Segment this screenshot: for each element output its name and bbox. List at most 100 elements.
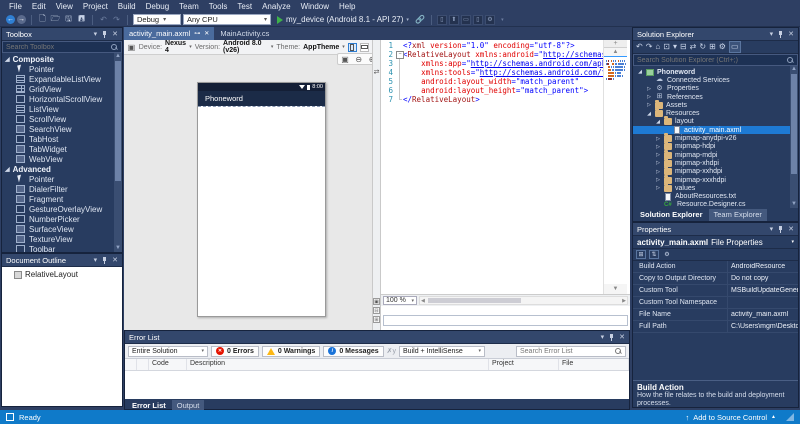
property-row[interactable]: Custom Tool Namespace	[633, 297, 798, 309]
menu-analyze[interactable]: Analyze	[257, 0, 295, 13]
error-list-column-headers[interactable]: CodeDescriptionProjectFile	[125, 359, 629, 371]
toolbox-item-horizontalscrollview[interactable]: HorizontalScrollView	[2, 94, 122, 104]
column-header-icon[interactable]	[137, 359, 149, 370]
window-menu-icon[interactable]: ▾	[94, 31, 98, 38]
column-header-File[interactable]: File	[559, 359, 629, 370]
editor-map-scrollbar[interactable]: + ▲ ▼	[603, 40, 627, 294]
tab-MainActivity.cs[interactable]: MainActivity.cs	[215, 27, 274, 40]
sync-icon[interactable]: ⇄	[690, 42, 697, 52]
toolbox-group-advanced[interactable]: ◢Advanced	[2, 164, 122, 174]
toolbox-search[interactable]	[2, 41, 122, 53]
outline-margin[interactable]	[395, 95, 403, 104]
toolbox-item-pointer[interactable]: Pointer	[2, 174, 122, 184]
back-icon[interactable]: ↶	[636, 42, 643, 52]
preview-icon[interactable]: ▭	[729, 41, 741, 53]
document-outline-title-bar[interactable]: Document Outline ▾ ✕	[2, 254, 122, 267]
scrollbar-thumb[interactable]	[791, 74, 797, 174]
expander-icon[interactable]: ▷	[646, 86, 652, 92]
refresh-icon[interactable]: ↻	[699, 42, 706, 52]
deploy-icon[interactable]: ⬆	[449, 15, 459, 25]
column-header-Code[interactable]: Code	[149, 359, 187, 370]
property-row[interactable]: Build ActionAndroidResource	[633, 261, 798, 273]
messages-filter-button[interactable]: i 0 Messages	[323, 346, 383, 357]
outline-margin[interactable]	[395, 77, 403, 86]
save-all-icon[interactable]: 🖪	[76, 14, 87, 25]
device-monitor-icon[interactable]: ▭	[461, 15, 471, 25]
navigate-forward-icon[interactable]: →	[17, 15, 26, 24]
scrollbar-minimap[interactable]	[604, 56, 627, 284]
property-value[interactable]: Do not copy	[728, 275, 798, 282]
solution-explorer-search[interactable]	[633, 54, 798, 66]
code-line[interactable]: 2<RelativeLayout xmlns:android="http://s…	[381, 50, 603, 59]
expander-icon[interactable]: ◢	[637, 69, 643, 75]
expander-icon[interactable]: ▷	[655, 169, 661, 175]
menu-tools[interactable]: Tools	[204, 0, 233, 13]
code-line[interactable]: 5 android:layout_width="match_parent"	[381, 77, 603, 86]
error-source-dropdown[interactable]: Build + IntelliSense ▾	[399, 346, 485, 357]
window-menu-icon[interactable]: ▾	[770, 226, 774, 233]
portrait-orientation-icon[interactable]	[348, 43, 357, 52]
close-icon[interactable]: ✕	[112, 257, 118, 264]
tree-item-connected services[interactable]: ☁Connected Services	[633, 76, 798, 84]
version-dropdown[interactable]: Android 8.0 (v26)	[223, 40, 268, 54]
collapse-pane-icon[interactable]: ▣	[373, 298, 380, 305]
expander-icon[interactable]: ▷	[646, 94, 652, 100]
toolbox-item-toolbar[interactable]: Toolbar	[2, 244, 122, 252]
expander-icon[interactable]: ▷	[646, 102, 652, 108]
toolbox-item-tabhost[interactable]: TabHost	[2, 134, 122, 144]
forward-icon[interactable]: ↷	[646, 42, 653, 52]
scroll-left-icon[interactable]: ◀	[420, 298, 426, 304]
menu-test[interactable]: Test	[232, 0, 257, 13]
pin-icon[interactable]	[777, 30, 784, 39]
code-line[interactable]: 6 android:layout_height="match_parent">	[381, 86, 603, 95]
phone-content-area[interactable]	[198, 106, 325, 339]
tree-item-aboutresources.txt[interactable]: AboutResources.txt	[633, 192, 798, 200]
property-pages-icon[interactable]: ⚙	[662, 250, 672, 259]
tree-item-mipmap-anydpi-v26[interactable]: ▷mipmap-anydpi-v26	[633, 134, 798, 142]
solution-platform-dropdown[interactable]: Any CPU ▾	[183, 14, 271, 25]
expander-icon[interactable]: ▷	[655, 177, 661, 183]
window-menu-icon[interactable]: ▾	[770, 31, 774, 38]
expander-icon[interactable]: ▷	[655, 160, 661, 166]
scroll-down-icon[interactable]: ▼	[115, 245, 121, 252]
toolbox-item-fragment[interactable]: Fragment	[2, 194, 122, 204]
editor-zoom-dropdown[interactable]: 100 % ▾	[383, 296, 417, 305]
toolbox-group-composite[interactable]: ◢Composite	[2, 54, 122, 64]
menu-debug[interactable]: Debug	[141, 0, 175, 13]
toolbox-search-input[interactable]	[6, 44, 110, 51]
toolbox-item-numberpicker[interactable]: NumberPicker	[2, 214, 122, 224]
toolbox-item-pointer[interactable]: Pointer	[2, 64, 122, 74]
column-header-icon[interactable]	[125, 359, 137, 370]
attach-icon[interactable]: 🔗	[415, 14, 426, 25]
tab-team-explorer[interactable]: Team Explorer	[709, 209, 767, 221]
menu-build[interactable]: Build	[113, 0, 141, 13]
scrollbar-thumb[interactable]	[428, 298, 521, 303]
split-window-grip[interactable]: +	[604, 40, 627, 48]
close-icon[interactable]: ✕	[788, 31, 794, 38]
resize-grip[interactable]	[786, 413, 794, 421]
window-menu-icon[interactable]: ▾	[94, 257, 98, 264]
close-icon[interactable]: ✕	[619, 334, 625, 341]
pin-icon[interactable]: ⊶	[194, 30, 200, 37]
theme-dropdown[interactable]: AppTheme	[303, 44, 339, 51]
toolbox-item-expandablelistview[interactable]: ExpandableListView	[2, 74, 122, 84]
navigate-back-icon[interactable]: ←	[6, 15, 15, 24]
open-file-icon[interactable]: 🗁	[50, 14, 61, 25]
collapse-all-icon[interactable]: ⊟	[680, 42, 687, 52]
menu-team[interactable]: Team	[174, 0, 204, 13]
toolbox-item-webview[interactable]: WebView	[2, 154, 122, 164]
scroll-right-icon[interactable]: ▶	[621, 298, 627, 304]
code-line[interactable]: 4 xmlns:tools="http://schemas.android.co…	[381, 68, 603, 77]
toolbox-item-gestureoverlayview[interactable]: GestureOverlayView	[2, 204, 122, 214]
property-value[interactable]: AndroidResource	[728, 263, 798, 270]
tree-item-layout[interactable]: ◢layout	[633, 118, 798, 126]
pin-icon[interactable]	[777, 225, 784, 234]
close-icon[interactable]: ✕	[112, 31, 118, 38]
toolbox-item-gridview[interactable]: GridView	[2, 84, 122, 94]
toolbox-item-scrollview[interactable]: ScrollView	[2, 114, 122, 124]
window-menu-icon[interactable]: ▾	[601, 334, 605, 341]
solution-search-input[interactable]	[637, 57, 786, 64]
close-icon[interactable]: ✕	[788, 226, 794, 233]
outline-margin[interactable]	[395, 86, 403, 95]
filter-dropdown-icon[interactable]: ▾	[673, 42, 677, 52]
